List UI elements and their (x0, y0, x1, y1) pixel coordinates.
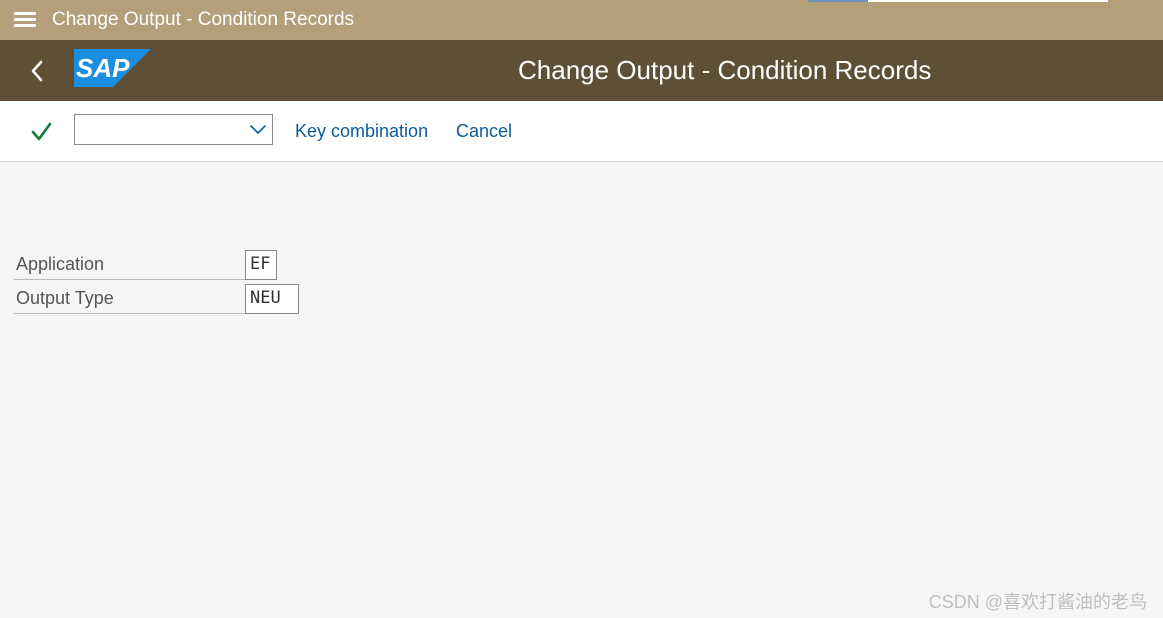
top-progress-track (868, 0, 1108, 2)
output-type-input[interactable]: NEU (245, 284, 299, 314)
chevron-down-icon[interactable] (250, 123, 266, 135)
hamburger-menu-icon[interactable] (14, 12, 36, 28)
application-row: Application (14, 249, 245, 280)
application-input[interactable]: EF (245, 250, 277, 280)
window-title: Change Output - Condition Records (52, 9, 355, 30)
page-title: Change Output - Condition Records (518, 55, 932, 85)
checkmark-icon[interactable] (30, 121, 52, 143)
sap-logo-text: SAP (76, 53, 130, 83)
command-field[interactable] (74, 114, 273, 145)
back-arrow-icon[interactable] (26, 57, 50, 85)
window-title-bar: Change Output - Condition Records (0, 0, 1163, 40)
application-toolbar: Key combination Cancel (0, 101, 1163, 162)
top-progress-indicator (808, 0, 868, 2)
sap-logo: SAP (74, 49, 151, 92)
watermark: CSDN @喜欢打酱油的老鸟 (928, 592, 1147, 612)
output-type-row: Output Type (14, 283, 245, 314)
application-label: Application (16, 254, 105, 274)
key-combination-button[interactable]: Key combination (295, 121, 428, 142)
shell-bar: SAP Change Output - Condition Records (0, 40, 1163, 101)
output-type-label: Output Type (16, 288, 114, 308)
cancel-button[interactable]: Cancel (456, 121, 512, 142)
